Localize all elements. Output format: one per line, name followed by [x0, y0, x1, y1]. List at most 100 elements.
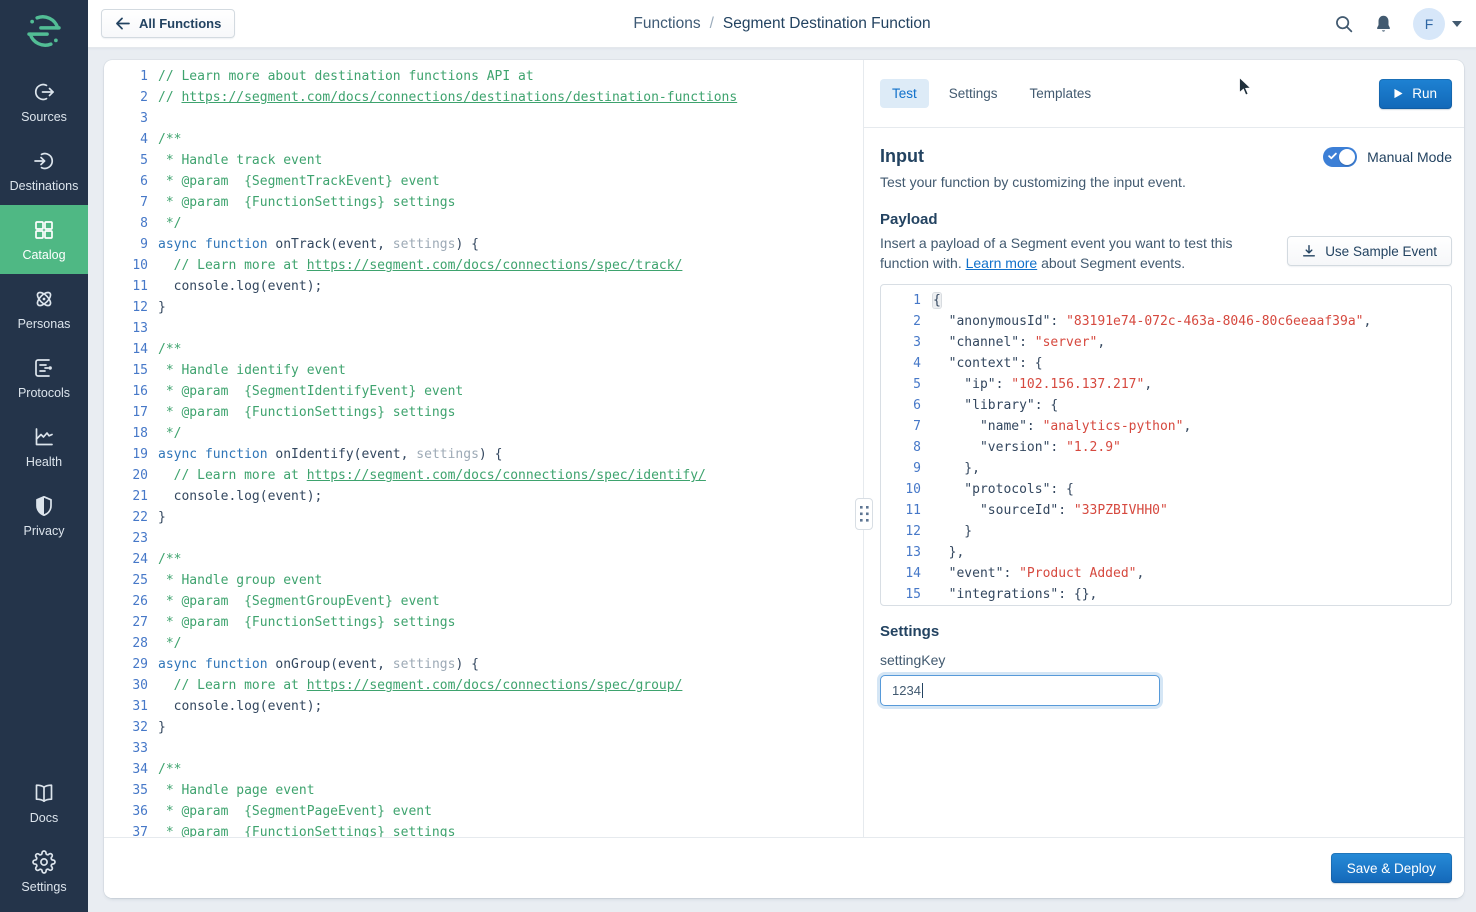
code-text: * @param {SegmentPageEvent} event: [148, 801, 432, 822]
code-text: [148, 528, 158, 549]
payload-heading: Payload: [880, 211, 1452, 228]
input-heading: Input: [880, 146, 924, 167]
breadcrumb-functions-link[interactable]: Functions: [633, 15, 700, 33]
code-line: 33: [104, 738, 863, 759]
payload-description: Insert a payload of a Segment event you …: [880, 233, 1258, 273]
line-number: 6: [881, 395, 921, 416]
sidebar-item-settings[interactable]: Settings: [0, 837, 88, 906]
function-editor-card: 1// Learn more about destination functio…: [104, 60, 1464, 898]
code-line: 8 */: [104, 213, 863, 234]
search-icon[interactable]: [1333, 13, 1354, 34]
tabs-container: Test Settings Templates: [880, 79, 1111, 108]
sidebar-bottom-nav: DocsSettings: [0, 768, 88, 906]
all-functions-back-button[interactable]: All Functions: [101, 9, 235, 38]
code-line: 28 */: [104, 633, 863, 654]
code-line: 1{: [881, 290, 1451, 311]
chevron-down-icon: [1452, 21, 1462, 27]
sidebar-item-health[interactable]: Health: [0, 412, 88, 481]
code-line: 7 "name": "analytics-python",: [881, 416, 1451, 437]
sidebar-item-label: Protocols: [18, 386, 70, 400]
code-text: */: [148, 423, 181, 444]
code-text: },: [921, 458, 980, 479]
code-line: 30 // Learn more at https://segment.com/…: [104, 675, 863, 696]
payload-header-row: Insert a payload of a Segment event you …: [880, 233, 1452, 273]
code-line: 20 // Learn more at https://segment.com/…: [104, 465, 863, 486]
pane-resize-handle[interactable]: [855, 498, 873, 530]
code-line: 25 * Handle group event: [104, 570, 863, 591]
code-line: 7 * @param {FunctionSettings} settings: [104, 192, 863, 213]
code-text: * @param {SegmentTrackEvent} event: [148, 171, 440, 192]
sidebar-item-catalog[interactable]: Catalog: [0, 205, 88, 274]
manual-mode-toggle[interactable]: [1323, 147, 1357, 167]
text-cursor: [922, 683, 923, 698]
code-text: * @param {FunctionSettings} settings: [148, 612, 455, 633]
input-description: Test your function by customizing the in…: [880, 174, 1452, 190]
code-editor[interactable]: 1// Learn more about destination functio…: [104, 60, 864, 837]
line-number: 9: [104, 234, 148, 255]
line-number: 31: [104, 696, 148, 717]
code-text: "event": "Product Added",: [921, 563, 1144, 584]
sidebar-item-personas[interactable]: Personas: [0, 274, 88, 343]
input-section-header: Input Manual Mode: [880, 146, 1452, 167]
code-text: "protocols": {: [921, 479, 1074, 500]
sidebar-item-privacy[interactable]: Privacy: [0, 481, 88, 550]
code-text: // Learn more about destination function…: [148, 66, 534, 87]
code-line: 29async function onGroup(event, settings…: [104, 654, 863, 675]
protocols-icon: [32, 356, 56, 380]
code-line: 10 "protocols": {: [881, 479, 1451, 500]
code-line: 5 "ip": "102.156.137.217",: [881, 374, 1451, 395]
grip-dots-icon: [860, 506, 869, 522]
toggle-knob: [1339, 149, 1355, 165]
sidebar-spacer: [0, 550, 88, 768]
code-line: 12}: [104, 297, 863, 318]
payload-desc-tail: about Segment events.: [1037, 255, 1185, 271]
line-number: 4: [881, 353, 921, 374]
line-number: 7: [881, 416, 921, 437]
learn-more-link[interactable]: Learn more: [966, 255, 1038, 271]
code-line: 24/**: [104, 549, 863, 570]
code-text: async function onGroup(event, settings) …: [148, 654, 479, 675]
sidebar-item-label: Sources: [21, 110, 67, 124]
code-line: 2// https://segment.com/docs/connections…: [104, 87, 863, 108]
sidebar-item-sources[interactable]: Sources: [0, 67, 88, 136]
code-text: * @param {SegmentIdentifyEvent} event: [148, 381, 463, 402]
code-text: "context": {: [921, 353, 1043, 374]
line-number: 2: [104, 87, 148, 108]
line-number: 25: [104, 570, 148, 591]
code-line: 27 * @param {FunctionSettings} settings: [104, 612, 863, 633]
run-button-label: Run: [1412, 86, 1437, 101]
tab-templates[interactable]: Templates: [1018, 79, 1104, 108]
code-line: 14 "event": "Product Added",: [881, 563, 1451, 584]
avatar[interactable]: F: [1413, 8, 1445, 40]
code-line: 6 * @param {SegmentTrackEvent} event: [104, 171, 863, 192]
sidebar-item-protocols[interactable]: Protocols: [0, 343, 88, 412]
sidebar-item-docs[interactable]: Docs: [0, 768, 88, 837]
code-text: * Handle identify event: [148, 360, 346, 381]
line-number: 18: [104, 423, 148, 444]
tab-settings[interactable]: Settings: [937, 79, 1010, 108]
tab-test[interactable]: Test: [880, 79, 929, 108]
save-deploy-button[interactable]: Save & Deploy: [1331, 853, 1452, 883]
payload-json-editor[interactable]: 1{2 "anonymousId": "83191e74-072c-463a-8…: [880, 284, 1452, 606]
code-text: "name": "analytics-python",: [921, 416, 1191, 437]
code-text: "library": {: [921, 395, 1058, 416]
breadcrumb-separator: /: [710, 15, 714, 33]
sidebar-item-destinations[interactable]: Destinations: [0, 136, 88, 205]
line-number: 36: [104, 801, 148, 822]
notifications-bell-icon[interactable]: [1373, 13, 1394, 35]
run-button[interactable]: Run: [1379, 79, 1452, 109]
code-text: * Handle group event: [148, 570, 322, 591]
check-icon: [1328, 152, 1337, 160]
code-line: 11 console.log(event);: [104, 276, 863, 297]
code-text: "version": "1.2.9": [921, 437, 1121, 458]
code-line: 3: [104, 108, 863, 129]
code-line: 36 * @param {SegmentPageEvent} event: [104, 801, 863, 822]
account-menu[interactable]: F: [1413, 8, 1462, 40]
settings-icon: [32, 850, 56, 874]
use-sample-event-button[interactable]: Use Sample Event: [1287, 236, 1452, 266]
privacy-icon: [32, 494, 56, 518]
setting-key-input[interactable]: 1234: [880, 675, 1160, 706]
code-line: 35 * Handle page event: [104, 780, 863, 801]
segment-logo-icon[interactable]: [0, 0, 88, 67]
line-number: 12: [881, 521, 921, 542]
